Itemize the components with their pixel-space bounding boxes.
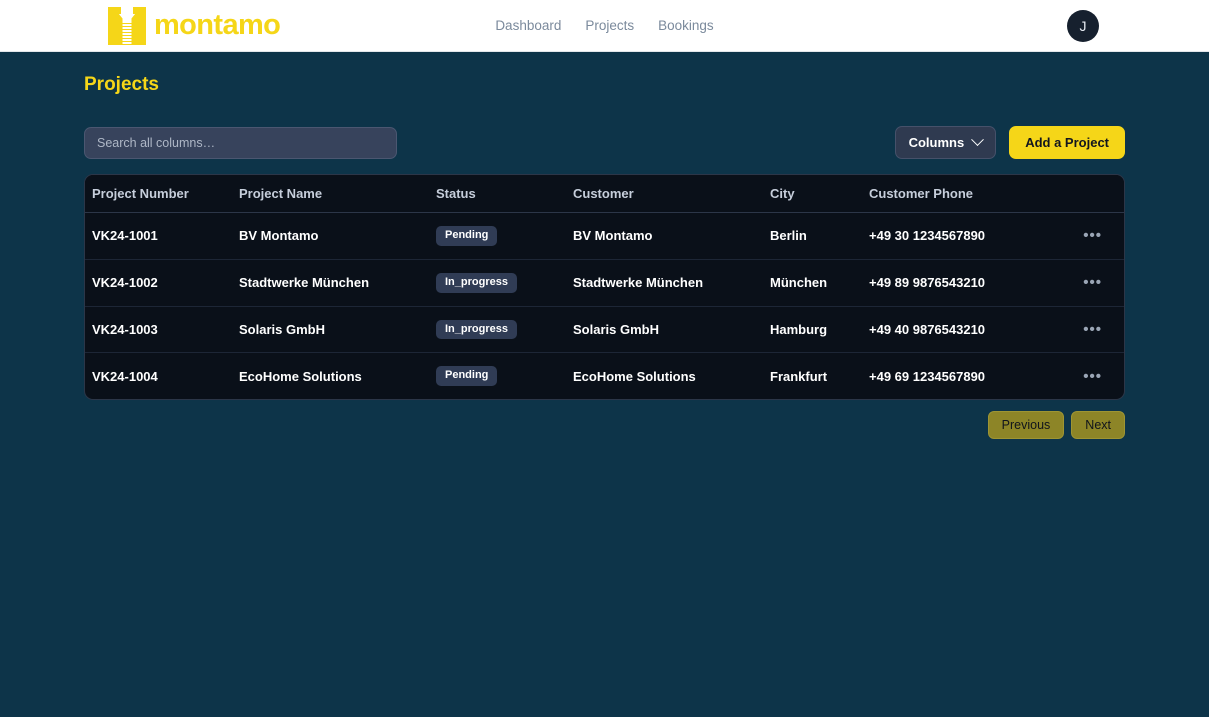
status-badge: In_progress <box>436 319 517 340</box>
cell-status: In_progress <box>436 306 573 354</box>
cell-project-number: VK24-1003 <box>85 306 239 354</box>
cell-customer: Stadtwerke München <box>573 259 770 307</box>
table-row[interactable]: VK24-1002 Stadtwerke München In_progress… <box>85 259 1124 307</box>
cell-project-name: BV Montamo <box>239 212 436 260</box>
pagination: Previous Next <box>84 411 1125 439</box>
cell-project-number: VK24-1001 <box>85 212 239 260</box>
cell-project-name: Solaris GmbH <box>239 306 436 354</box>
column-header-city[interactable]: City <box>770 175 869 213</box>
cell-actions: ••• <box>1044 353 1124 399</box>
cell-project-name: Stadtwerke München <box>239 259 436 307</box>
cell-project-number: VK24-1004 <box>92 368 158 384</box>
cell-project-name: EcoHome Solutions <box>239 368 362 384</box>
cell-actions: ••• <box>1044 212 1124 260</box>
cell-status: In_progress <box>436 259 573 307</box>
cell-customer-phone: +49 89 9876543210 <box>869 259 1044 307</box>
projects-table-container: Project Number Project Name Status Custo… <box>84 174 1125 400</box>
nav-link-dashboard[interactable]: Dashboard <box>493 14 563 37</box>
top-navigation-bar: montamo Dashboard Projects Bookings J <box>0 0 1209 52</box>
column-header-status[interactable]: Status <box>436 175 573 213</box>
status-badge: Pending <box>436 226 498 246</box>
nav-link-projects[interactable]: Projects <box>583 14 636 37</box>
table-body: VK24-1001 BV Montamo Pending BV Montamo … <box>85 212 1124 400</box>
cell-customer: Solaris GmbH <box>573 306 770 354</box>
table-row[interactable]: VK24-1003 Solaris GmbH In_progress Solar… <box>85 306 1124 354</box>
avatar[interactable]: J <box>1067 9 1099 42</box>
column-header-actions <box>1044 175 1124 213</box>
add-project-button[interactable]: Add a Project <box>1009 126 1125 159</box>
search-input[interactable] <box>84 126 397 159</box>
montamo-screw-logo-icon <box>108 6 146 45</box>
chevron-down-icon <box>971 133 985 147</box>
cell-customer: EcoHome Solutions <box>573 368 696 384</box>
cell-customer-phone: +49 30 1234567890 <box>869 212 1044 260</box>
cell-city: Hamburg <box>770 306 869 354</box>
column-header-project-name[interactable]: Project Name <box>239 175 436 213</box>
page-title: Projects <box>84 74 159 95</box>
row-actions-menu-icon[interactable]: ••• <box>1083 369 1102 384</box>
column-header-project-number[interactable]: Project Number <box>85 175 239 213</box>
cell-city: Frankfurt <box>770 368 828 384</box>
columns-button-label: Columns <box>908 135 965 150</box>
table-row[interactable]: VK24-1001 BV Montamo Pending BV Montamo … <box>85 212 1124 260</box>
row-actions-menu-icon[interactable]: ••• <box>1083 228 1102 243</box>
table-header: Project Number Project Name Status Custo… <box>85 175 1124 213</box>
cell-customer-phone: +49 40 9876543210 <box>869 306 1044 354</box>
table-row[interactable]: VK24-1004 EcoHome Solutions Pending EcoH… <box>85 353 1124 399</box>
cell-project-number: VK24-1002 <box>85 259 239 307</box>
previous-page-button[interactable]: Previous <box>987 411 1065 439</box>
cell-city: Berlin <box>770 212 869 260</box>
main-nav: Dashboard Projects Bookings <box>493 14 715 37</box>
nav-link-bookings[interactable]: Bookings <box>656 14 716 37</box>
columns-button[interactable]: Columns <box>894 126 997 159</box>
cell-customer-phone: +49 69 1234567890 <box>869 368 986 384</box>
status-badge: In_progress <box>436 272 517 293</box>
cell-city: München <box>770 259 869 307</box>
page-content: Projects Columns Add a Project Project N… <box>0 52 1209 439</box>
toolbar-actions: Columns Add a Project <box>894 126 1125 159</box>
cell-actions: ••• <box>1044 259 1124 307</box>
table-toolbar: Columns Add a Project <box>84 126 1125 159</box>
column-header-customer-phone[interactable]: Customer Phone <box>869 175 1044 213</box>
cell-customer: BV Montamo <box>573 212 770 260</box>
table-header-row: Project Number Project Name Status Custo… <box>85 175 1124 213</box>
brand-logo[interactable]: montamo <box>108 6 281 45</box>
cell-status: Pending <box>436 353 573 399</box>
brand-name: montamo <box>154 9 281 41</box>
cell-status: Pending <box>436 212 573 260</box>
projects-table: Project Number Project Name Status Custo… <box>85 175 1124 399</box>
row-actions-menu-icon[interactable]: ••• <box>1083 275 1102 290</box>
cell-actions: ••• <box>1044 306 1124 354</box>
column-header-customer[interactable]: Customer <box>573 175 770 213</box>
next-page-button[interactable]: Next <box>1071 411 1125 439</box>
status-badge: Pending <box>436 366 498 386</box>
row-actions-menu-icon[interactable]: ••• <box>1083 322 1102 337</box>
